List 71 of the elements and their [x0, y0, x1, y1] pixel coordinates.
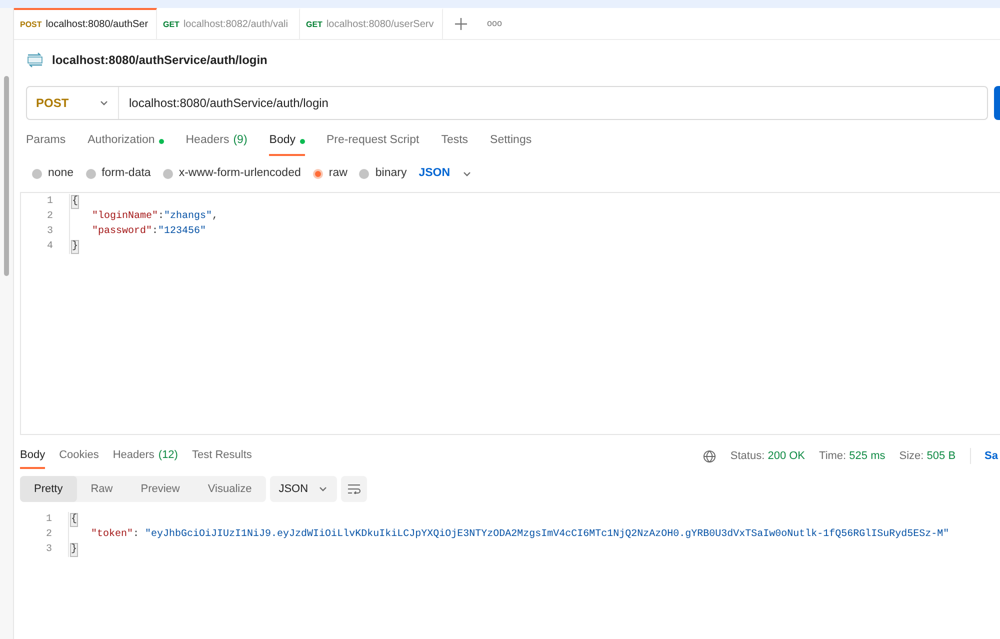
- scrollbar[interactable]: [4, 76, 9, 276]
- code-token: "token": [91, 528, 134, 542]
- tab-title: localhost:8080/authSer: [46, 18, 148, 32]
- brace-text: }: [70, 542, 78, 556]
- more-tabs-button[interactable]: ooo: [487, 19, 502, 28]
- http-icon: [26, 52, 44, 68]
- chevron-down-icon: [99, 98, 109, 108]
- view-mode-tab[interactable]: Visualize: [194, 476, 266, 502]
- section-tab[interactable]: Tests: [441, 132, 468, 156]
- request-tab[interactable]: GET localhost:8080/userServ: [300, 8, 443, 39]
- line-number: 2: [46, 210, 53, 224]
- url-input[interactable]: localhost:8080/authService/auth/login: [119, 94, 987, 112]
- line-number: 2: [44, 528, 52, 542]
- code-token: :: [158, 210, 164, 224]
- plus-icon[interactable]: [455, 18, 467, 30]
- code-token: "123456": [158, 224, 206, 239]
- method-label: POST: [20, 18, 42, 30]
- wrap-icon: [347, 484, 362, 494]
- globe-icon: [703, 450, 716, 462]
- section-tab[interactable]: Headers (9): [186, 132, 248, 156]
- tab-title: localhost:8080/userServ: [326, 18, 434, 32]
- section-tab[interactable]: Authorization: [88, 132, 164, 156]
- method-select[interactable]: POST: [27, 87, 119, 119]
- body-type-radio[interactable]: form-data: [86, 165, 151, 183]
- response-meta: Size: 505 B: [899, 448, 956, 464]
- code-token: "loginName": [92, 210, 158, 224]
- section-tab[interactable]: Body: [269, 132, 304, 156]
- code-token: ,: [212, 210, 218, 224]
- body-type-radio[interactable]: x-www-form-urlencoded: [162, 165, 301, 183]
- chevron-down-icon: [462, 169, 472, 179]
- wrap-button[interactable]: [341, 476, 368, 502]
- response-tab[interactable]: Cookies: [59, 442, 99, 470]
- code-token: "password": [92, 224, 152, 239]
- line-number: 1: [44, 513, 52, 527]
- response-tab[interactable]: Body: [20, 442, 46, 470]
- request-title: localhost:8080/authService/auth/login: [52, 52, 268, 69]
- send-button[interactable]: [994, 86, 1000, 120]
- brace-text: {: [70, 512, 78, 526]
- code-token: "zhangs": [164, 210, 212, 224]
- body-type-radio[interactable]: binary: [359, 165, 407, 183]
- view-mode-tab[interactable]: Preview: [126, 476, 194, 502]
- format-select[interactable]: JSON: [270, 476, 338, 502]
- line-number: 3: [46, 225, 53, 239]
- response-meta: Time: 525 ms: [819, 448, 886, 464]
- save-link[interactable]: Sa: [984, 448, 998, 464]
- chevron-down-icon: [318, 484, 328, 494]
- view-mode-tab[interactable]: Raw: [76, 476, 127, 502]
- view-mode-tab[interactable]: Pretty: [20, 476, 77, 502]
- brace-text: {: [71, 194, 80, 208]
- url-bar[interactable]: POST localhost:8080/authService/auth/login: [26, 86, 988, 120]
- body-type-radio[interactable]: none: [32, 165, 74, 183]
- method-label: GET: [163, 18, 180, 30]
- code-token: :: [133, 528, 140, 542]
- section-tab[interactable]: Settings: [490, 132, 532, 156]
- brace-text: }: [71, 240, 80, 254]
- line-number: 3: [44, 543, 52, 557]
- format-select[interactable]: JSON: [418, 165, 472, 183]
- code-token: :: [152, 225, 158, 239]
- line-number: 4: [46, 240, 53, 254]
- code-token: "eyJhbGciOiJIUzI1NiJ9.eyJzdWIiOiLlvKDkuIkiLCJpYXQiOjE3NTYzODA2MzgsImV4cCI6MTc1NjQ2NzAzOH0.gYRB0U3dVxTSaIw0oNutlk-1fQ56RGlISuRyd5ESz-M": [145, 528, 950, 542]
- line-number: 1: [46, 195, 53, 209]
- section-tab[interactable]: Pre-request Script: [326, 132, 420, 156]
- response-meta: Status: 200 OK: [730, 448, 806, 464]
- method-label: GET: [306, 18, 322, 30]
- body-type-radio[interactable]: raw: [312, 165, 348, 183]
- response-tab[interactable]: Test Results: [192, 442, 252, 470]
- request-tab[interactable]: GET localhost:8082/auth/vali: [157, 8, 300, 39]
- request-tab[interactable]: POST localhost:8080/authSer: [14, 8, 157, 39]
- tab-title: localhost:8082/auth/vali: [183, 18, 288, 32]
- section-tab[interactable]: Params: [26, 132, 66, 156]
- response-tab[interactable]: Headers (12): [112, 442, 178, 470]
